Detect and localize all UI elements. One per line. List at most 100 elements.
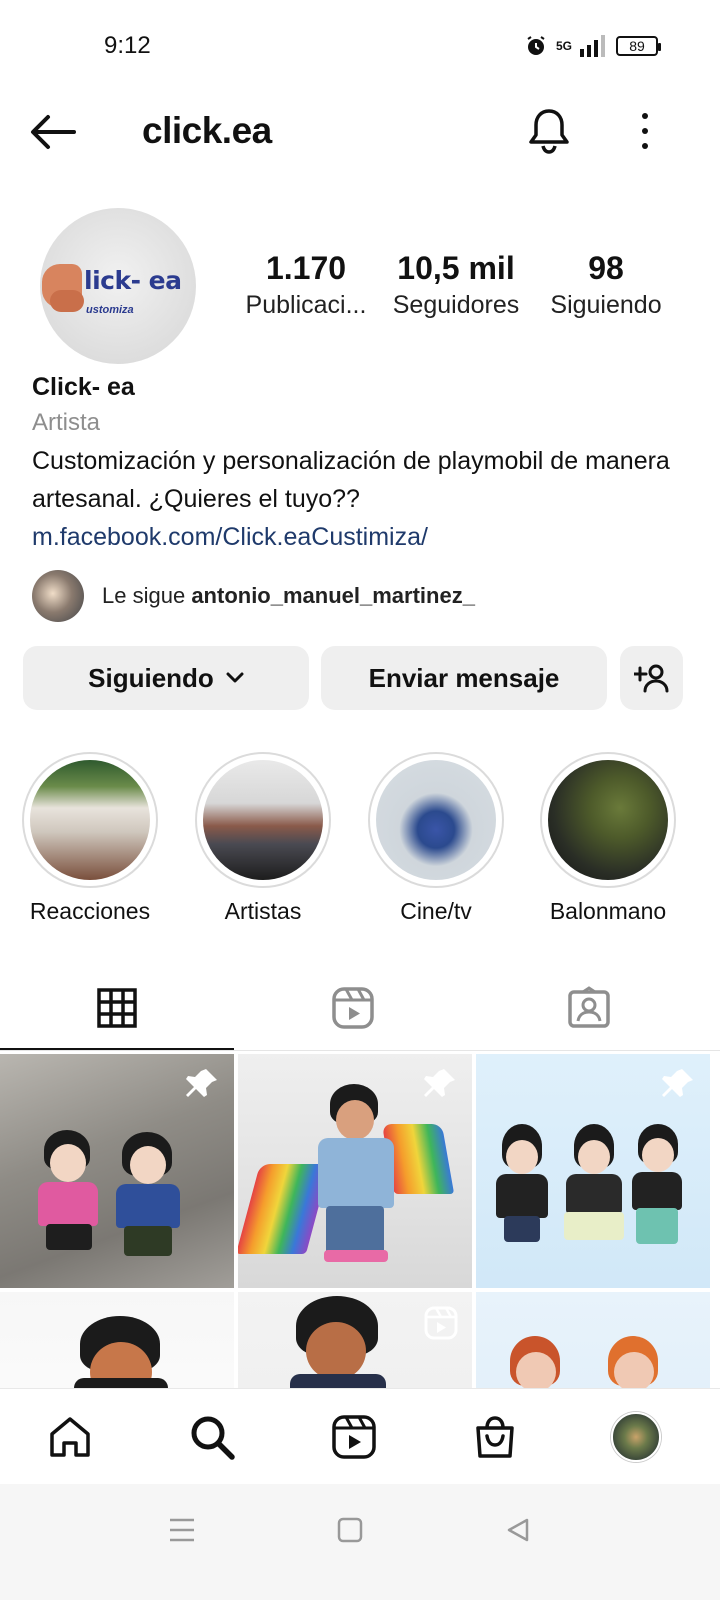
tabs-divider (0, 1050, 720, 1051)
search-icon (191, 1416, 235, 1460)
bio-link[interactable]: m.facebook.com/Click.eaCustimiza/ (32, 518, 692, 556)
follower-avatar (32, 570, 84, 622)
stat-following[interactable]: 98 Siguiendo (540, 248, 672, 322)
highlight-label: Reacciones (29, 898, 151, 924)
reels-icon (332, 987, 374, 1029)
figure-shape (326, 1206, 384, 1254)
battery-level: 89 (629, 38, 645, 54)
pin-icon (186, 1069, 217, 1097)
battery-icon: 89 (616, 36, 662, 56)
dot-icon (642, 113, 648, 119)
figure-shape (578, 1140, 610, 1174)
posts-count: 1.170 (265, 250, 347, 286)
pin-icon (424, 1069, 455, 1097)
figure-shape (336, 1100, 374, 1140)
grid-post[interactable] (476, 1292, 710, 1388)
following-count: 98 (588, 250, 624, 286)
nav-shop[interactable] (469, 1411, 521, 1463)
stat-followers[interactable]: 10,5 mil Seguidores (384, 248, 528, 322)
nav-search[interactable] (186, 1411, 238, 1463)
status-bar: 9:12 5G 89 (0, 0, 720, 90)
figure-shape (318, 1138, 394, 1208)
grid-post[interactable] (238, 1054, 472, 1288)
grid-post[interactable] (0, 1292, 234, 1388)
following-button[interactable]: Siguiendo (23, 646, 309, 710)
grid-post[interactable] (476, 1054, 710, 1288)
bio-text: Customización y personalización de playm… (32, 447, 670, 513)
profile-avatar-small (611, 1412, 661, 1462)
followed-by-user: antonio_manuel_martinez_ (191, 583, 475, 608)
figure-shape (564, 1212, 624, 1240)
reel-badge-icon (424, 1306, 458, 1340)
back-button[interactable] (28, 108, 84, 156)
suggest-users-button[interactable] (620, 646, 683, 710)
following-button-label: Siguiendo (88, 662, 214, 693)
figure-shape (130, 1146, 166, 1184)
figure-shape (642, 1138, 674, 1172)
highlight-ring (540, 752, 676, 888)
figure-shape (636, 1208, 678, 1244)
figure-shape (116, 1184, 180, 1228)
more-options-button[interactable] (630, 106, 660, 156)
highlight-label: Cine/tv (400, 898, 472, 924)
highlight-ring (368, 752, 504, 888)
posts-grid (0, 1054, 720, 1388)
profile-bio: Click- ea Artista Customización y person… (32, 368, 692, 556)
figure-shape (38, 1182, 98, 1226)
highlight-label: Balonmano (549, 898, 667, 924)
followers-count: 10,5 mil (397, 250, 515, 286)
alarm-icon (527, 36, 545, 55)
nav-reels[interactable] (328, 1411, 380, 1463)
highlight-artistas[interactable]: Artistas (193, 752, 333, 925)
profile-category: Artista (32, 409, 101, 436)
home-square-icon (337, 1517, 363, 1543)
content-tabs (0, 966, 720, 1052)
system-back-button[interactable] (498, 1510, 538, 1550)
tab-posts-grid[interactable] (0, 966, 234, 1050)
back-triangle-icon (507, 1518, 529, 1542)
logo-subtext: ustomiza (86, 304, 134, 316)
network-type: 5G (556, 39, 573, 53)
shop-icon (476, 1416, 514, 1458)
figure-shape (46, 1224, 92, 1250)
bell-icon (529, 109, 569, 154)
grid-icon (97, 988, 137, 1028)
tab-tagged[interactable] (472, 966, 706, 1050)
highlight-reacciones[interactable]: Reacciones (20, 752, 160, 925)
stat-posts[interactable]: 1.170 Publicaci... (240, 248, 372, 322)
figure-shape (324, 1250, 388, 1262)
grid-post[interactable] (238, 1292, 472, 1388)
figure-shape (632, 1172, 682, 1210)
figure-shape (614, 1352, 654, 1388)
signal-icon (580, 35, 606, 57)
followed-by-prefix: Le sigue (102, 583, 186, 608)
tagged-icon (568, 986, 610, 1028)
home-icon (50, 1417, 90, 1457)
highlight-ring (22, 752, 158, 888)
nav-profile[interactable] (610, 1411, 662, 1463)
system-menu-button[interactable] (162, 1510, 202, 1550)
nav-home[interactable] (44, 1411, 96, 1463)
figure-shape (566, 1174, 622, 1214)
message-button[interactable]: Enviar mensaje (321, 646, 607, 710)
figure-shape (516, 1352, 556, 1388)
profile-username: click.ea (142, 110, 272, 151)
notifications-button[interactable] (526, 106, 574, 156)
figure-shape (290, 1374, 386, 1388)
logo-hand-shape (50, 290, 84, 312)
profile-avatar[interactable]: lick- ea ustomiza (40, 208, 196, 364)
tab-reels[interactable] (236, 966, 470, 1050)
grid-post[interactable] (0, 1054, 234, 1288)
figure-shape (504, 1216, 540, 1242)
highlight-cover (376, 760, 496, 880)
highlight-cine-tv[interactable]: Cine/tv (366, 752, 506, 925)
highlight-cover (203, 760, 323, 880)
system-home-button[interactable] (330, 1510, 370, 1550)
pin-icon (662, 1069, 693, 1097)
figure-shape (506, 1140, 538, 1174)
highlight-balonmano[interactable]: Balonmano (538, 752, 678, 925)
highlight-ring (195, 752, 331, 888)
followed-by[interactable]: Le sigue antonio_manuel_martinez_ (32, 570, 475, 622)
highlight-label: Artistas (224, 898, 302, 924)
figure-shape (124, 1226, 172, 1256)
